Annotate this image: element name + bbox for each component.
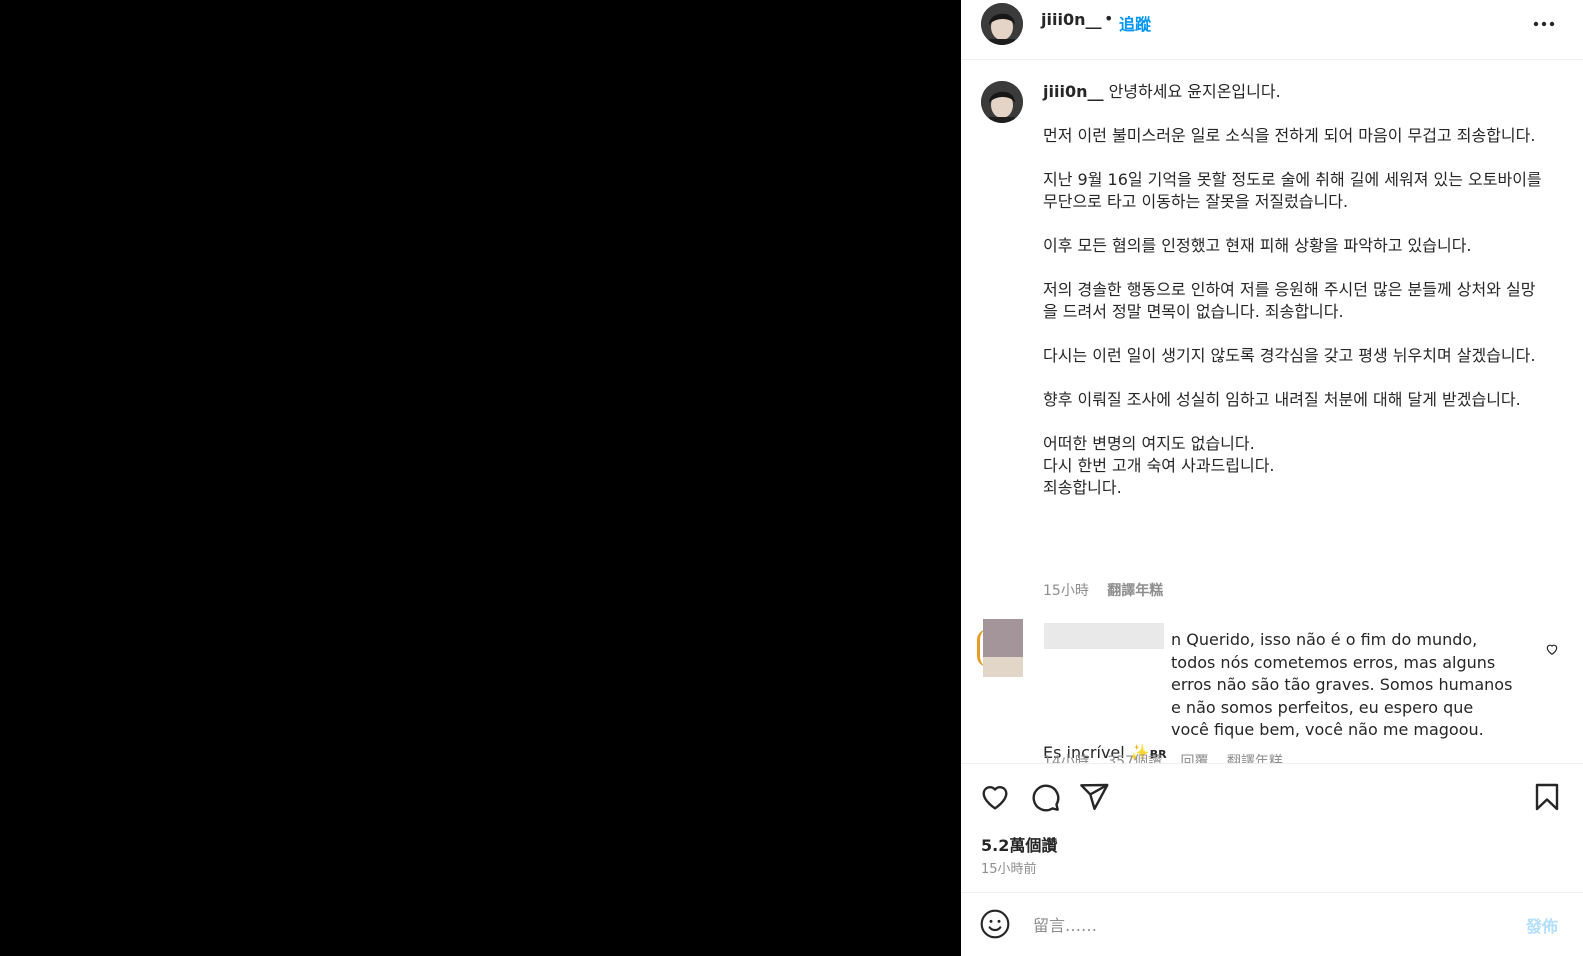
header-username[interactable]: jiii0n__ xyxy=(1041,10,1101,29)
emoji-icon[interactable] xyxy=(979,908,1011,944)
caption-time[interactable]: 15小時 xyxy=(1043,583,1089,599)
caption-paragraph: 향후 이뤄질 조사에 성실히 임하고 내려질 처분에 대해 달게 받겠습니다. xyxy=(1043,390,1521,409)
post-header: jiii0n__ • 追蹤 xyxy=(961,0,1583,60)
caption-translate-link[interactable]: 翻譯年糕 xyxy=(1107,583,1163,599)
post-actions xyxy=(961,763,1583,828)
comment-text: n Querido, isso não é o fim do mundo, to… xyxy=(1043,629,1513,763)
caption-closing-line: 죄송합니다. xyxy=(1043,478,1122,497)
caption-paragraph: 이후 모든 혐의를 인정했고 현재 피해 상황을 파악하고 있습니다. xyxy=(1043,236,1472,255)
caption-username[interactable]: jiii0n__ xyxy=(1043,82,1103,101)
comment-meta: 14小時 357個讚 回覆 翻譯年糕 xyxy=(1043,751,1297,763)
post-time[interactable]: 15小時前 xyxy=(981,858,1037,877)
post-button[interactable]: 發佈 xyxy=(1526,913,1558,937)
caption-avatar[interactable] xyxy=(981,81,1023,123)
caption-closing-line: 다시 한번 고개 숙여 사과드립니다. xyxy=(1043,456,1275,475)
bookmark-icon[interactable] xyxy=(1531,781,1563,817)
comment-translate-link[interactable]: 翻譯年糕 xyxy=(1227,754,1283,763)
caption-paragraph: 지난 9월 16일 기억을 못할 정도로 술에 취해 길에 세워져 있는 오토바… xyxy=(1043,170,1542,211)
comment-line: Querido, isso não é o fim do mundo, todo… xyxy=(1171,630,1513,739)
comment-icon[interactable] xyxy=(1029,781,1061,817)
post-caption: jiii0n__ 안녕하세요 윤지온입니다. 먼저 이런 불미스러운 일로 소식… xyxy=(1043,81,1543,499)
comment-time[interactable]: 14小時 xyxy=(1043,754,1089,763)
comments-section[interactable]: jiii0n__ 안녕하세요 윤지온입니다. 먼저 이런 불미스러운 일로 소식… xyxy=(961,61,1583,763)
comment-likes[interactable]: 357個讚 xyxy=(1107,754,1162,763)
caption-meta: 15小時 翻譯年糕 xyxy=(1043,580,1177,600)
comment-input[interactable] xyxy=(1031,909,1505,941)
caption-paragraph: 저의 경솔한 행동으로 인하여 저를 응원해 주시던 많은 분들께 상처와 실망… xyxy=(1043,280,1536,321)
commenter-avatar[interactable] xyxy=(983,619,1023,677)
redacted-username xyxy=(1044,623,1164,649)
post-media xyxy=(0,0,961,956)
share-icon[interactable] xyxy=(1078,781,1110,817)
comment-reply-button[interactable]: 回覆 xyxy=(1180,754,1208,763)
header-separator: • xyxy=(1104,9,1114,28)
author-avatar[interactable] xyxy=(981,3,1023,45)
more-options-icon[interactable] xyxy=(1531,14,1557,34)
like-heart-icon[interactable] xyxy=(979,781,1011,817)
caption-closing-line: 어떠한 변명의 여지도 없습니다. xyxy=(1043,434,1255,453)
caption-greeting: 안녕하세요 윤지온입니다. xyxy=(1108,82,1281,101)
follow-button[interactable]: 追蹤 xyxy=(1119,11,1151,35)
comment-like-icon[interactable] xyxy=(1545,641,1559,660)
caption-paragraph: 다시는 이런 일이 생기지 않도록 경각심을 갖고 평생 뉘우치며 살겠습니다. xyxy=(1043,346,1536,365)
comment-composer: 發佈 xyxy=(961,892,1583,956)
caption-paragraph: 먼저 이런 불미스러운 일로 소식을 전하게 되어 마음이 무겁고 죄송합니다. xyxy=(1043,126,1536,145)
post-panel: jiii0n__ • 追蹤 jiii0n__ 안녕하세요 윤지온입니다. 먼저 … xyxy=(961,0,1583,956)
caption-closing: 어떠한 변명의 여지도 없습니다. 다시 한번 고개 숙여 사과드립니다. 죄송… xyxy=(1043,433,1543,499)
caption-greeting-line: jiii0n__ 안녕하세요 윤지온입니다. xyxy=(1043,81,1543,103)
commenter-username[interactable]: n xyxy=(1171,630,1181,649)
likes-count[interactable]: 5.2萬個讚 xyxy=(981,832,1057,856)
